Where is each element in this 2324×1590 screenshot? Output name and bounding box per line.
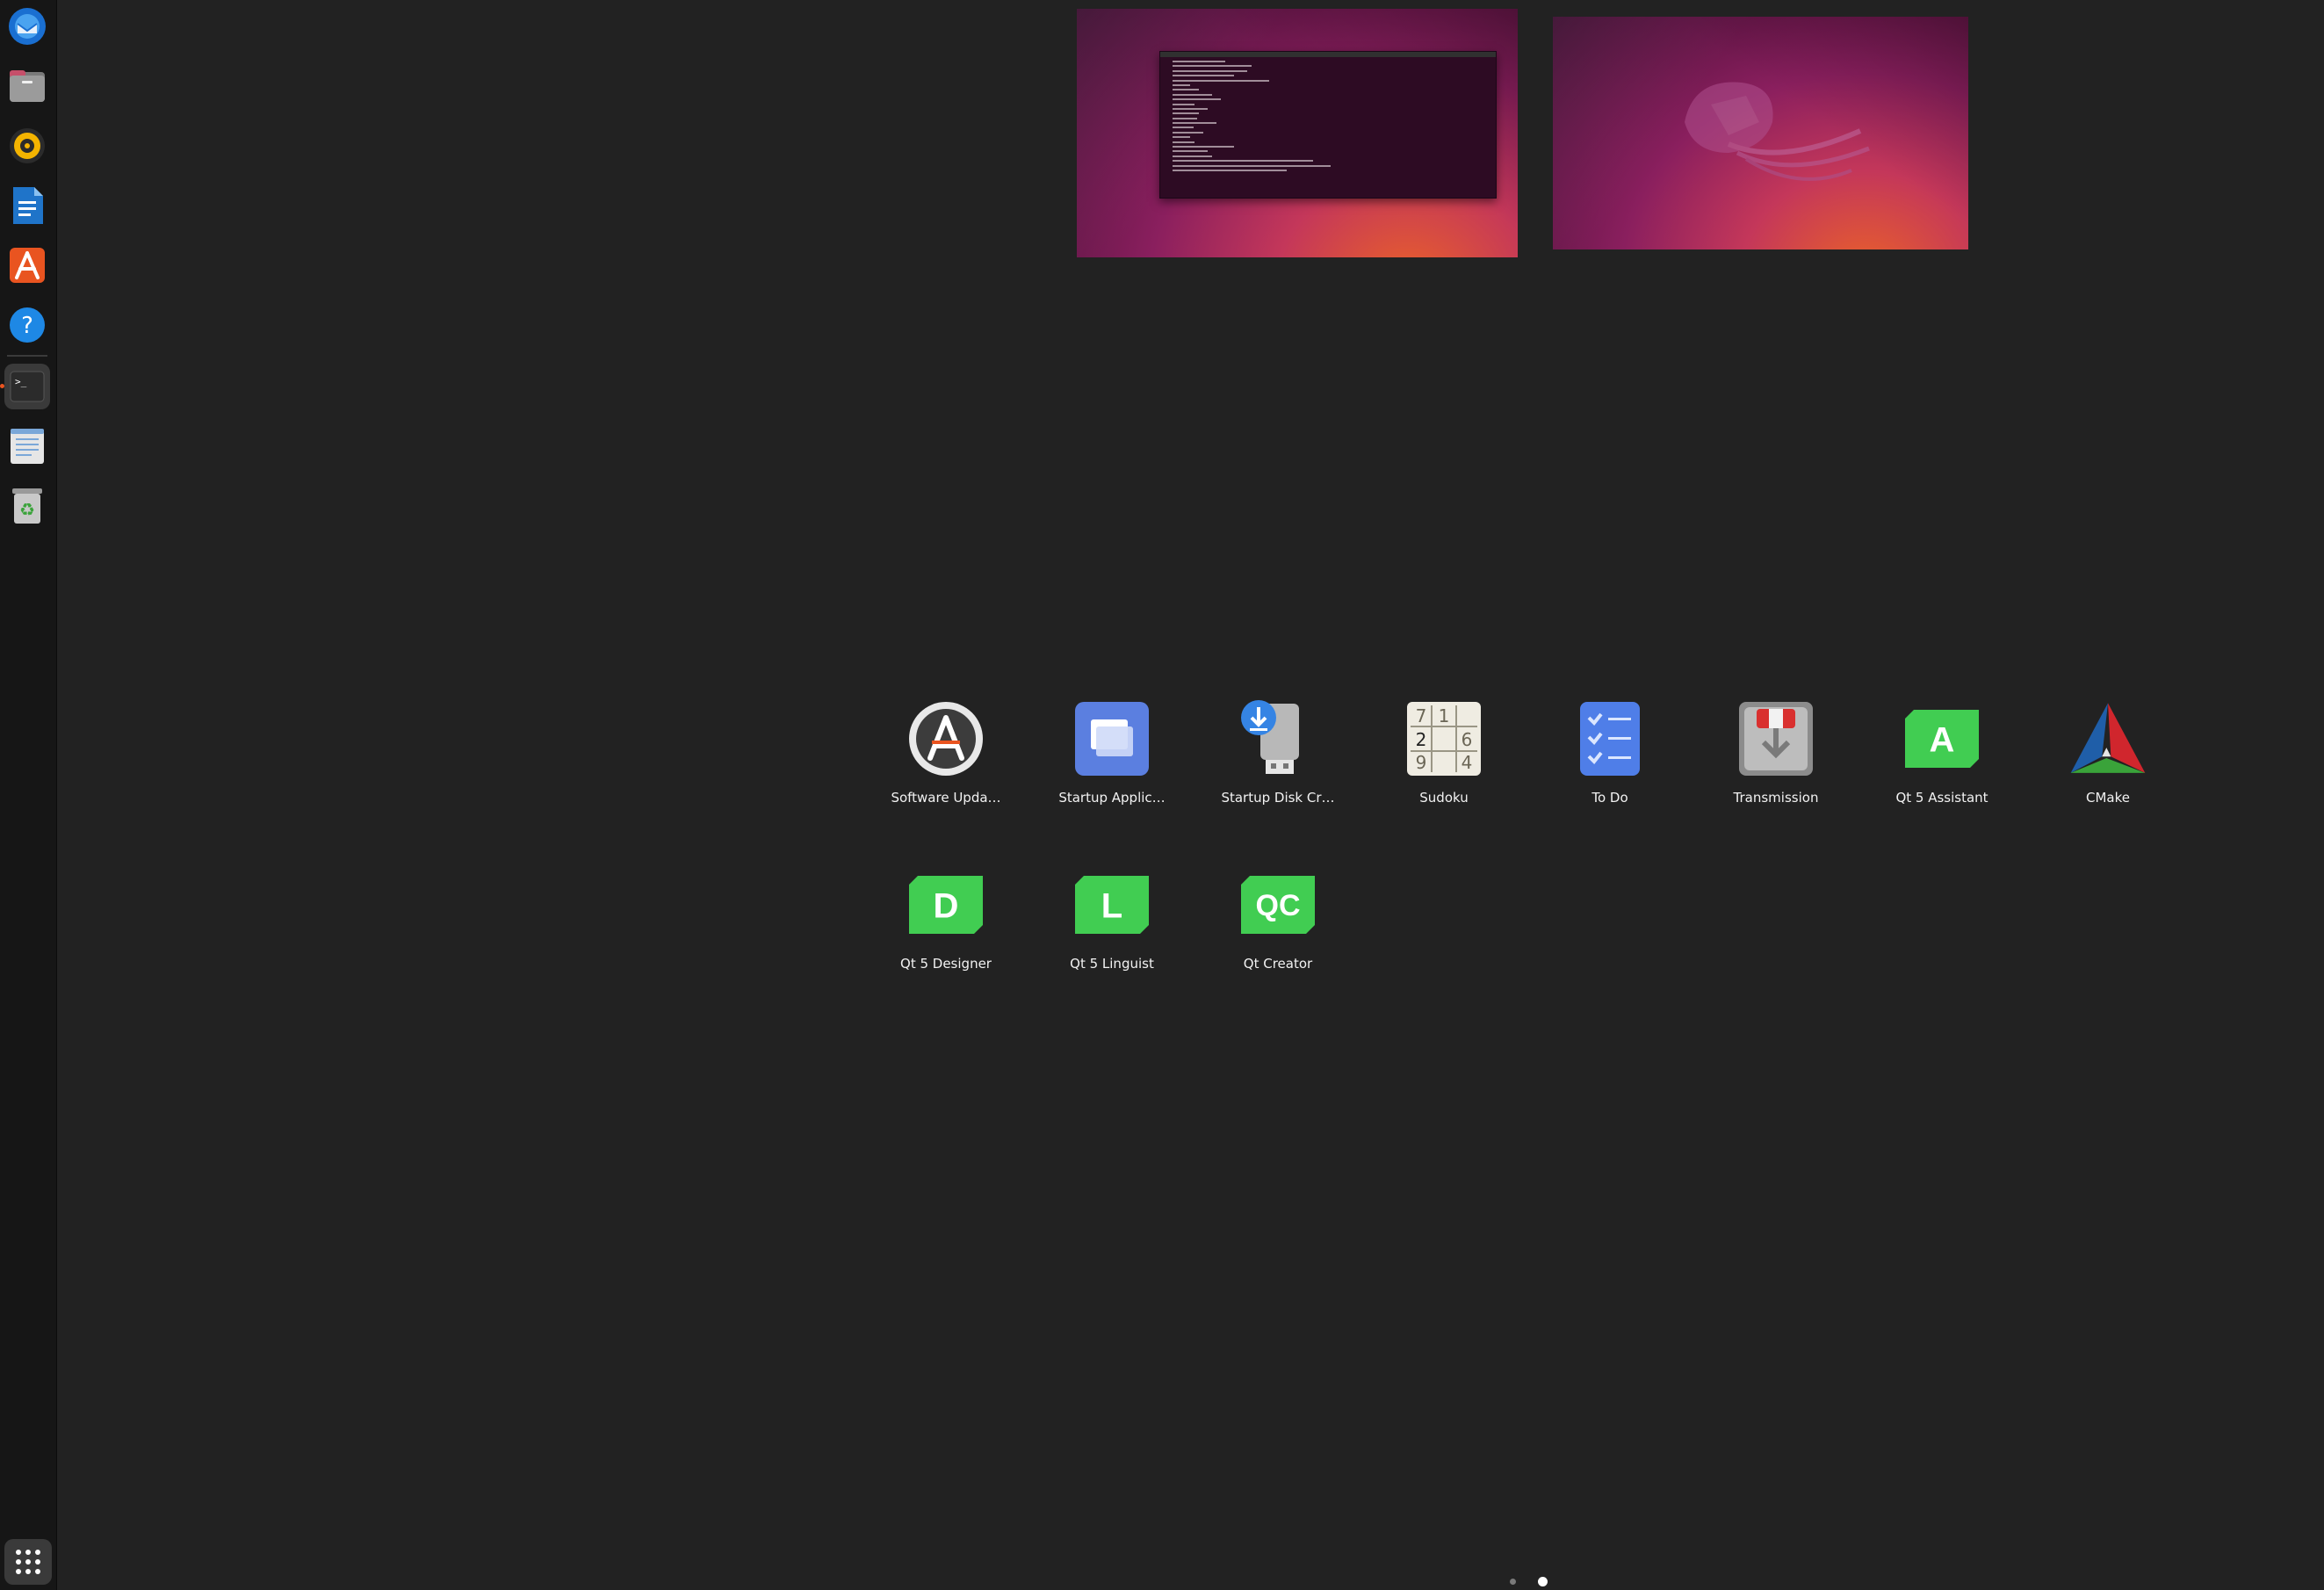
app-tile-cmake[interactable]: CMake bbox=[2025, 693, 2190, 834]
svg-text:9: 9 bbox=[1416, 752, 1427, 773]
svg-text:7: 7 bbox=[1416, 705, 1427, 726]
app-tile-startup-disk-creator[interactable]: Startup Disk Cr… bbox=[1195, 693, 1360, 834]
page-dot-1[interactable] bbox=[1510, 1579, 1516, 1585]
svg-text:L: L bbox=[1101, 886, 1122, 925]
app-tile-transmission[interactable]: Transmission bbox=[1693, 693, 1858, 834]
qt-assistant-icon: A bbox=[1903, 700, 1981, 777]
sudoku-icon: 71 2 6 9 4 bbox=[1405, 700, 1483, 777]
svg-text:QC: QC bbox=[1256, 889, 1301, 922]
app-tile-startup-applications[interactable]: Startup Applic… bbox=[1029, 693, 1194, 834]
cmake-icon bbox=[2069, 700, 2147, 777]
desktop-overview: ? >_ ♻ Software Upda… Startup Applic… St… bbox=[0, 0, 2324, 1590]
terminal-window-thumbnail[interactable] bbox=[1159, 51, 1497, 199]
show-applications-button[interactable] bbox=[4, 1539, 52, 1585]
svg-text:1: 1 bbox=[1439, 705, 1450, 726]
help-icon[interactable]: ? bbox=[4, 302, 50, 348]
app-label: Qt Creator bbox=[1243, 956, 1313, 972]
app-tile-qt-creator[interactable]: QC Qt Creator bbox=[1195, 859, 1360, 1000]
app-label: CMake bbox=[2086, 790, 2130, 806]
app-label: Sudoku bbox=[1419, 790, 1469, 806]
qt-designer-icon: D bbox=[907, 866, 985, 943]
app-tile-qt-assistant[interactable]: A Qt 5 Assistant bbox=[1859, 693, 2024, 834]
dock-separator bbox=[7, 355, 47, 357]
svg-text:>_: >_ bbox=[15, 376, 27, 387]
app-label: Software Upda… bbox=[891, 790, 1001, 806]
dock: ? >_ ♻ bbox=[0, 0, 57, 1590]
app-label: Qt 5 Assistant bbox=[1895, 790, 1988, 806]
workspace-2-thumbnail[interactable] bbox=[1553, 17, 1968, 249]
rhythmbox-icon[interactable] bbox=[4, 123, 50, 169]
app-label: To Do bbox=[1591, 790, 1628, 806]
page-dot-2[interactable] bbox=[1538, 1577, 1548, 1586]
app-tile-sudoku[interactable]: 71 2 6 9 4 Sudoku bbox=[1361, 693, 1526, 834]
qt-creator-icon: QC bbox=[1239, 866, 1317, 943]
trash-icon[interactable]: ♻ bbox=[4, 483, 50, 529]
app-label: Startup Disk Cr… bbox=[1221, 790, 1335, 806]
files-icon[interactable] bbox=[4, 63, 50, 109]
app-label: Transmission bbox=[1733, 790, 1819, 806]
app-label: Startup Applic… bbox=[1058, 790, 1166, 806]
qt-linguist-icon: L bbox=[1073, 866, 1151, 943]
startup-disk-creator-icon bbox=[1239, 700, 1317, 777]
svg-text:2: 2 bbox=[1416, 729, 1427, 750]
app-tile-qt-designer[interactable]: D Qt 5 Designer bbox=[863, 859, 1028, 1000]
app-label: Qt 5 Linguist bbox=[1070, 956, 1154, 972]
workspace-1-thumbnail[interactable] bbox=[1077, 9, 1518, 257]
thunderbird-icon[interactable] bbox=[4, 4, 50, 49]
software-updater-icon bbox=[907, 700, 985, 777]
show-applications-icon bbox=[16, 1550, 40, 1574]
transmission-icon bbox=[1737, 700, 1815, 777]
libreoffice-writer-icon[interactable] bbox=[4, 183, 50, 228]
terminal-icon[interactable]: >_ bbox=[4, 364, 50, 409]
todo-icon bbox=[1571, 700, 1649, 777]
svg-text:4: 4 bbox=[1462, 752, 1473, 773]
svg-text:6: 6 bbox=[1462, 729, 1473, 750]
app-center-icon[interactable] bbox=[4, 242, 50, 288]
svg-text:?: ? bbox=[21, 313, 33, 339]
svg-text:♻: ♻ bbox=[19, 499, 35, 520]
app-tile-software-updater[interactable]: Software Upda… bbox=[863, 693, 1028, 834]
text-editor-icon[interactable] bbox=[4, 423, 50, 469]
startup-applications-icon bbox=[1073, 700, 1151, 777]
app-tile-todo[interactable]: To Do bbox=[1527, 693, 1692, 834]
app-label: Qt 5 Designer bbox=[900, 956, 992, 972]
app-tile-qt-linguist[interactable]: L Qt 5 Linguist bbox=[1029, 859, 1194, 1000]
svg-text:D: D bbox=[934, 886, 959, 925]
jellyfish-wallpaper-icon bbox=[1685, 82, 1870, 181]
svg-text:A: A bbox=[1930, 720, 1955, 759]
